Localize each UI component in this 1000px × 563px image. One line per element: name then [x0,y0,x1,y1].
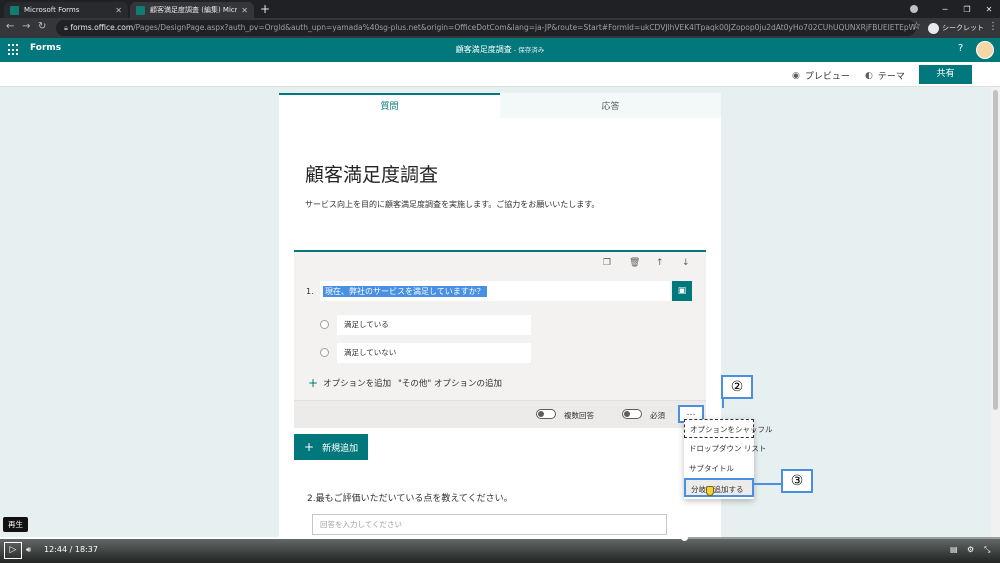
callout-2-connector [722,397,724,408]
window-controls: ─ ❐ ✕ [934,0,1000,18]
add-option-label: オプションを追加 [323,379,392,389]
tab-questions[interactable]: 質問 [279,93,500,118]
plus-icon: + [304,440,315,454]
add-new-question-button[interactable]: + 新規追加 [294,434,368,460]
theme-button[interactable]: ◐ テーマ [865,69,905,83]
question-text-selected[interactable]: 現在、弊社のサービスを満足していますか？ [323,286,487,297]
play-tooltip: 再生 [3,517,28,532]
question-number: 1. [306,287,314,296]
callout-2: ② [721,375,753,399]
delete-icon[interactable]: 🗑︎ [629,258,640,268]
pointer-cursor-icon [706,486,714,496]
insert-media-button[interactable]: ▣ [672,281,692,301]
menu-item-shuffle[interactable]: オプションをシャッフル [684,419,773,438]
form-description[interactable]: サービス向上を目的に顧客満足度調査を実施します。ご協力をお願いいたします。 [305,199,599,210]
address-bar: ← → ↻ 🔒︎ forms.office.com/Pages/DesignPa… [0,18,1000,38]
avatar[interactable] [976,41,994,59]
video-controls [0,537,1000,563]
browser-tab-title: Microsoft Forms [24,6,80,14]
command-bar: ◉ プレビュー ◐ テーマ 共有 [0,62,1000,87]
preview-label: プレビュー [804,72,850,82]
document-title: 顧客満足度調査 - 保存済み [455,45,545,54]
forms-app-bar: Forms 顧客満足度調査 - 保存済み ? [0,38,1000,62]
add-option-button[interactable]: + オプションを追加 [308,376,391,390]
add-other-option-button[interactable]: "その他" オプションの追加 [398,377,502,389]
current-time: 12:44 [44,545,68,554]
question-2-title[interactable]: 2.最もご評価いただいている点を教えてください。 [307,491,513,504]
reload-icon[interactable]: ↻ [38,21,46,32]
back-icon[interactable]: ← [6,21,14,32]
answer-input[interactable]: 回答を入力してください [312,514,667,535]
option-2-input[interactable]: 満足していない [337,343,531,363]
forms-favicon-icon [10,5,19,15]
new-tab-button[interactable]: + [260,2,270,16]
help-icon[interactable]: ? [958,43,963,54]
copy-icon[interactable]: ❐ [603,258,611,268]
video-playhead[interactable] [681,534,688,541]
menu-item-add-branching[interactable]: 分岐を追加する [684,478,754,497]
fullscreen-icon[interactable]: ⤡ [984,545,990,555]
radio-option-1 [320,320,329,329]
eye-icon: ◉ [792,70,800,81]
menu-item-dropdown[interactable]: ドロップダウン リスト [684,439,766,458]
form-title[interactable]: 顧客満足度調査 [305,160,438,187]
form-tabs: 質問 応答 [279,93,721,118]
plus-icon: + [308,376,319,390]
record-icon [910,5,918,13]
browser-tab-forms[interactable]: Microsoft Forms ✕ [4,2,128,18]
forward-icon[interactable]: → [22,21,30,32]
video-time: 12:44 / 18:37 [44,545,98,554]
preview-button[interactable]: ◉ プレビュー [792,69,850,83]
restore-icon[interactable]: ❐ [956,5,978,14]
total-time: 18:37 [74,545,98,554]
video-progress-fill [0,537,684,539]
option-1-input[interactable]: 満足している [337,315,531,335]
save-status: - 保存済み [511,46,545,54]
theme-label: テーマ [877,72,905,82]
browser-menu-icon[interactable]: ⋮ [988,21,998,32]
close-window-icon[interactable]: ✕ [978,5,1000,14]
url-path: /Pages/DesignPage.aspx?auth_pv=Orgld&aut… [133,23,916,32]
url-domain: forms.office.com [70,23,134,32]
add-new-label: 新規追加 [322,443,359,454]
volume-icon[interactable]: 🔊︎ [26,545,31,555]
required-label: 必須 [650,411,665,420]
multiple-answers-toggle[interactable] [536,409,556,419]
close-icon[interactable]: ✕ [115,6,122,15]
close-icon[interactable]: ✕ [241,6,248,15]
browser-tab-strip: Microsoft Forms ✕ 顧客満足度調査 (編集) Microsoft… [0,0,1000,18]
browser-tab-editor[interactable]: 顧客満足度調査 (編集) Microsoft ✕ [130,2,254,18]
move-up-icon[interactable]: ↑ [656,258,664,268]
bookmark-star-icon[interactable]: ☆ [912,21,921,32]
required-toggle[interactable] [622,409,642,419]
incognito-label: シークレット [942,24,984,32]
menu-item-subtitle[interactable]: サブタイトル [684,459,754,478]
settings-gear-icon[interactable]: ⚙ [967,545,974,554]
play-button[interactable]: ▷ [4,542,22,559]
multiple-answers-label: 複数回答 [564,411,594,420]
forms-favicon-icon [136,5,145,15]
incognito-icon [928,22,939,34]
callout-3-connector [754,483,782,485]
share-button[interactable]: 共有 [919,65,972,84]
url-field[interactable]: 🔒︎ forms.office.com/Pages/DesignPage.asp… [56,20,916,36]
tab-responses[interactable]: 応答 [500,93,721,118]
browser-tab-title: 顧客満足度調査 (編集) Microsoft [150,6,238,14]
incognito-badge[interactable]: シークレット [928,20,984,36]
radio-option-2 [320,348,329,357]
palette-icon: ◐ [865,70,873,81]
minimize-icon[interactable]: ─ [934,5,956,14]
callout-3: ③ [781,469,813,493]
scrollbar-thumb[interactable] [993,90,998,410]
move-down-icon[interactable]: ↓ [682,258,690,268]
captions-icon[interactable]: ▤ [950,545,958,554]
question-footer [294,400,706,428]
